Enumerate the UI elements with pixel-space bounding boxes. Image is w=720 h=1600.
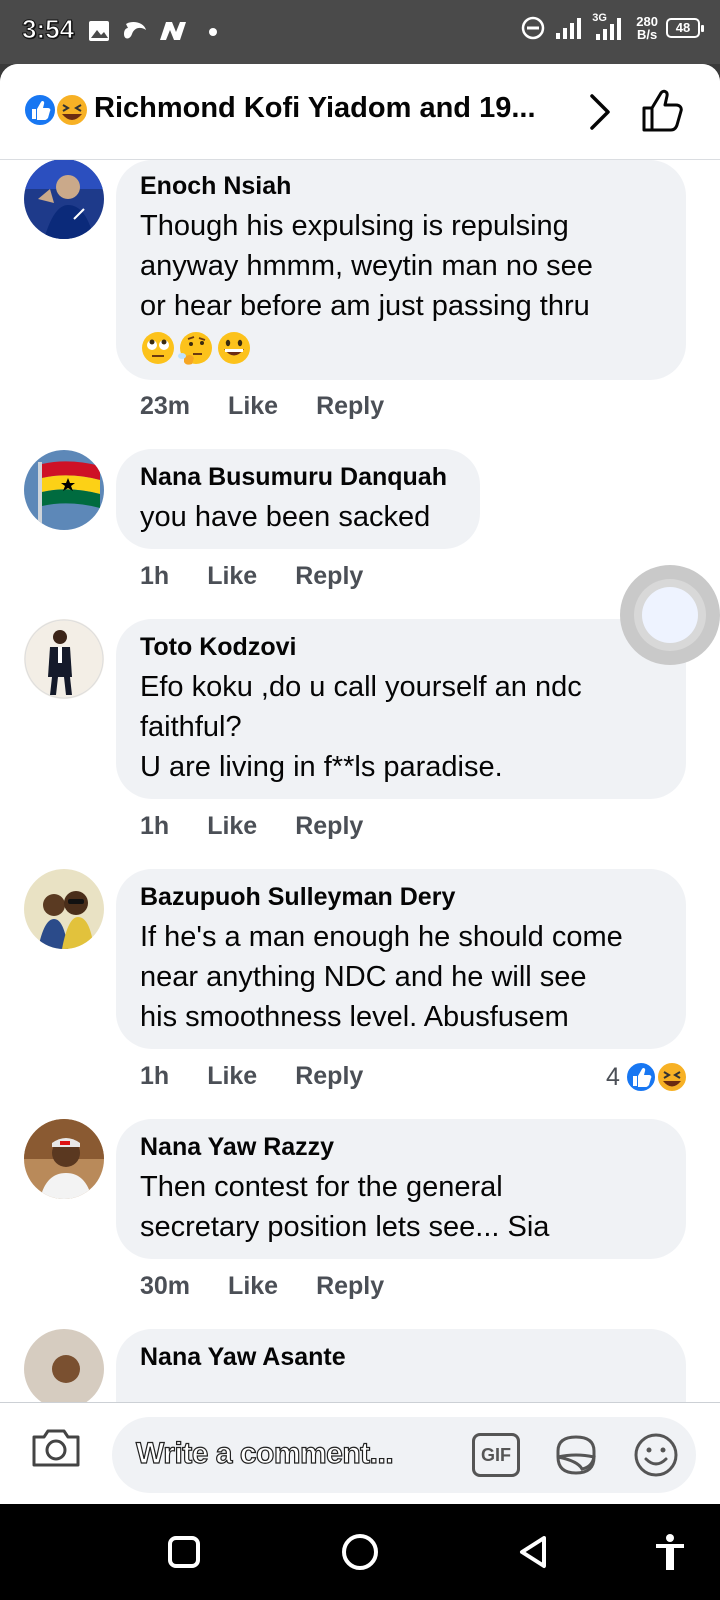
chat-head-bubble[interactable] <box>620 565 720 665</box>
comment-text: Efo koku ,do u call yourself an ndc fait… <box>140 671 582 783</box>
battery-icon: 48 <box>666 18 704 38</box>
comment-text: Though his expulsing is repulsing anyway… <box>140 210 593 322</box>
gif-icon[interactable]: GIF <box>472 1433 520 1477</box>
reply-button[interactable]: Reply <box>316 392 384 421</box>
like-button[interactable]: Like <box>207 562 257 591</box>
comment-author[interactable]: Nana Busumuru Danquah <box>140 463 447 492</box>
thumbs-up-icon[interactable] <box>640 88 686 134</box>
comment-input[interactable]: Write a comment... GIF <box>112 1417 696 1493</box>
comment-bubble: Toto Kodzovi Efo koku ,do u call yoursel… <box>116 619 686 799</box>
status-right-group: 3G 280 B/s 48 <box>520 12 704 42</box>
comment-time: 23m <box>140 392 191 420</box>
camera-icon[interactable] <box>30 1423 82 1471</box>
like-button[interactable]: Like <box>228 1272 278 1301</box>
reply-button[interactable]: Reply <box>295 562 363 591</box>
avatar[interactable] <box>24 619 104 699</box>
avatar[interactable] <box>24 1329 104 1409</box>
n-notification-icon <box>160 22 186 40</box>
signal-icon <box>556 18 582 39</box>
comment-actions: 23m Like Reply <box>140 392 422 421</box>
gallery-icon <box>89 21 109 41</box>
comment-author[interactable]: Bazupuoh Sulleyman Dery <box>140 883 455 912</box>
reaction-count: 4 <box>606 1062 620 1091</box>
sticker-icon[interactable] <box>552 1431 600 1479</box>
avatar[interactable] <box>24 869 104 949</box>
comment-author[interactable]: Toto Kodzovi <box>140 633 296 662</box>
avatar[interactable] <box>24 160 104 239</box>
page-title[interactable]: Richmond Kofi Yiadom and 19... <box>94 92 536 125</box>
comment-bubble: Nana Busumuru Danquah you have been sack… <box>116 449 480 549</box>
do-not-disturb-icon <box>522 16 545 40</box>
comment-text: If he's a man enough he should come near… <box>140 921 623 1033</box>
comment-author[interactable]: Nana Yaw Asante <box>140 1343 346 1372</box>
grinning-emoji-icon <box>218 332 250 364</box>
app-notification-icon <box>124 22 146 39</box>
comment-actions: 1h Like Reply <box>140 562 401 591</box>
comment-time: 1h <box>140 812 170 840</box>
reactions-header: Richmond Kofi Yiadom and 19... <box>0 64 720 160</box>
back-icon[interactable] <box>514 1532 554 1572</box>
comment-time: 1h <box>140 1062 170 1090</box>
emoji-picker-icon[interactable] <box>632 1431 680 1479</box>
avatar[interactable] <box>24 1119 104 1199</box>
comments-sheet: Richmond Kofi Yiadom and 19... Enoch Nsi… <box>0 64 720 1504</box>
comment-list: Enoch Nsiah Though his expulsing is repu… <box>0 160 720 1466</box>
reaction-summary[interactable]: 4 <box>606 1060 690 1094</box>
gif-label: GIF <box>481 1445 511 1465</box>
comment-text: you have been sacked <box>140 501 431 533</box>
comment-author[interactable]: Enoch Nsiah <box>140 172 291 201</box>
comment-actions: 30m Like Reply <box>140 1272 422 1301</box>
comment-composer: Write a comment... GIF <box>0 1402 720 1504</box>
comment-emojis <box>140 330 252 366</box>
home-icon[interactable] <box>340 1532 380 1572</box>
eye-roll-emoji-icon <box>142 332 174 364</box>
comment-bubble: Nana Yaw Razzy Then contest for the gene… <box>116 1119 686 1259</box>
comment-placeholder: Write a comment... <box>135 1436 394 1470</box>
reply-button[interactable]: Reply <box>316 1272 384 1301</box>
comment-author[interactable]: Nana Yaw Razzy <box>140 1133 334 1162</box>
thinking-emoji-icon <box>178 332 212 365</box>
status-bar: 3:54 3G 280 B/s 48 <box>0 0 720 64</box>
reaction-icons <box>624 1061 688 1093</box>
like-button[interactable]: Like <box>228 392 278 421</box>
reply-button[interactable]: Reply <box>295 812 363 841</box>
comment-text: Then contest for the general secretary p… <box>140 1171 550 1243</box>
signal-3g-icon: 3G <box>592 12 628 42</box>
reaction-icons[interactable] <box>22 92 88 128</box>
status-time: 3:54 <box>21 14 75 45</box>
comment-bubble: Enoch Nsiah Though his expulsing is repu… <box>116 160 686 380</box>
like-button[interactable]: Like <box>207 812 257 841</box>
comment-bubble: Bazupuoh Sulleyman Dery If he's a man en… <box>116 869 686 1049</box>
comment-time: 30m <box>140 1272 191 1300</box>
like-button[interactable]: Like <box>207 1062 257 1091</box>
comment-time: 1h <box>140 562 170 590</box>
avatar[interactable] <box>24 450 104 530</box>
comment-actions: 1h Like Reply <box>140 812 401 841</box>
reply-button[interactable]: Reply <box>295 1062 363 1091</box>
recent-apps-icon[interactable] <box>164 1532 204 1572</box>
comment-actions: 1h Like Reply <box>140 1062 401 1091</box>
system-nav-bar <box>0 1504 720 1600</box>
accessibility-icon[interactable] <box>650 1532 690 1572</box>
speed-unit: B/s <box>637 27 658 42</box>
network-speed: 280 B/s <box>636 15 658 41</box>
chevron-right-icon[interactable] <box>580 90 620 134</box>
dot-icon <box>209 28 217 36</box>
